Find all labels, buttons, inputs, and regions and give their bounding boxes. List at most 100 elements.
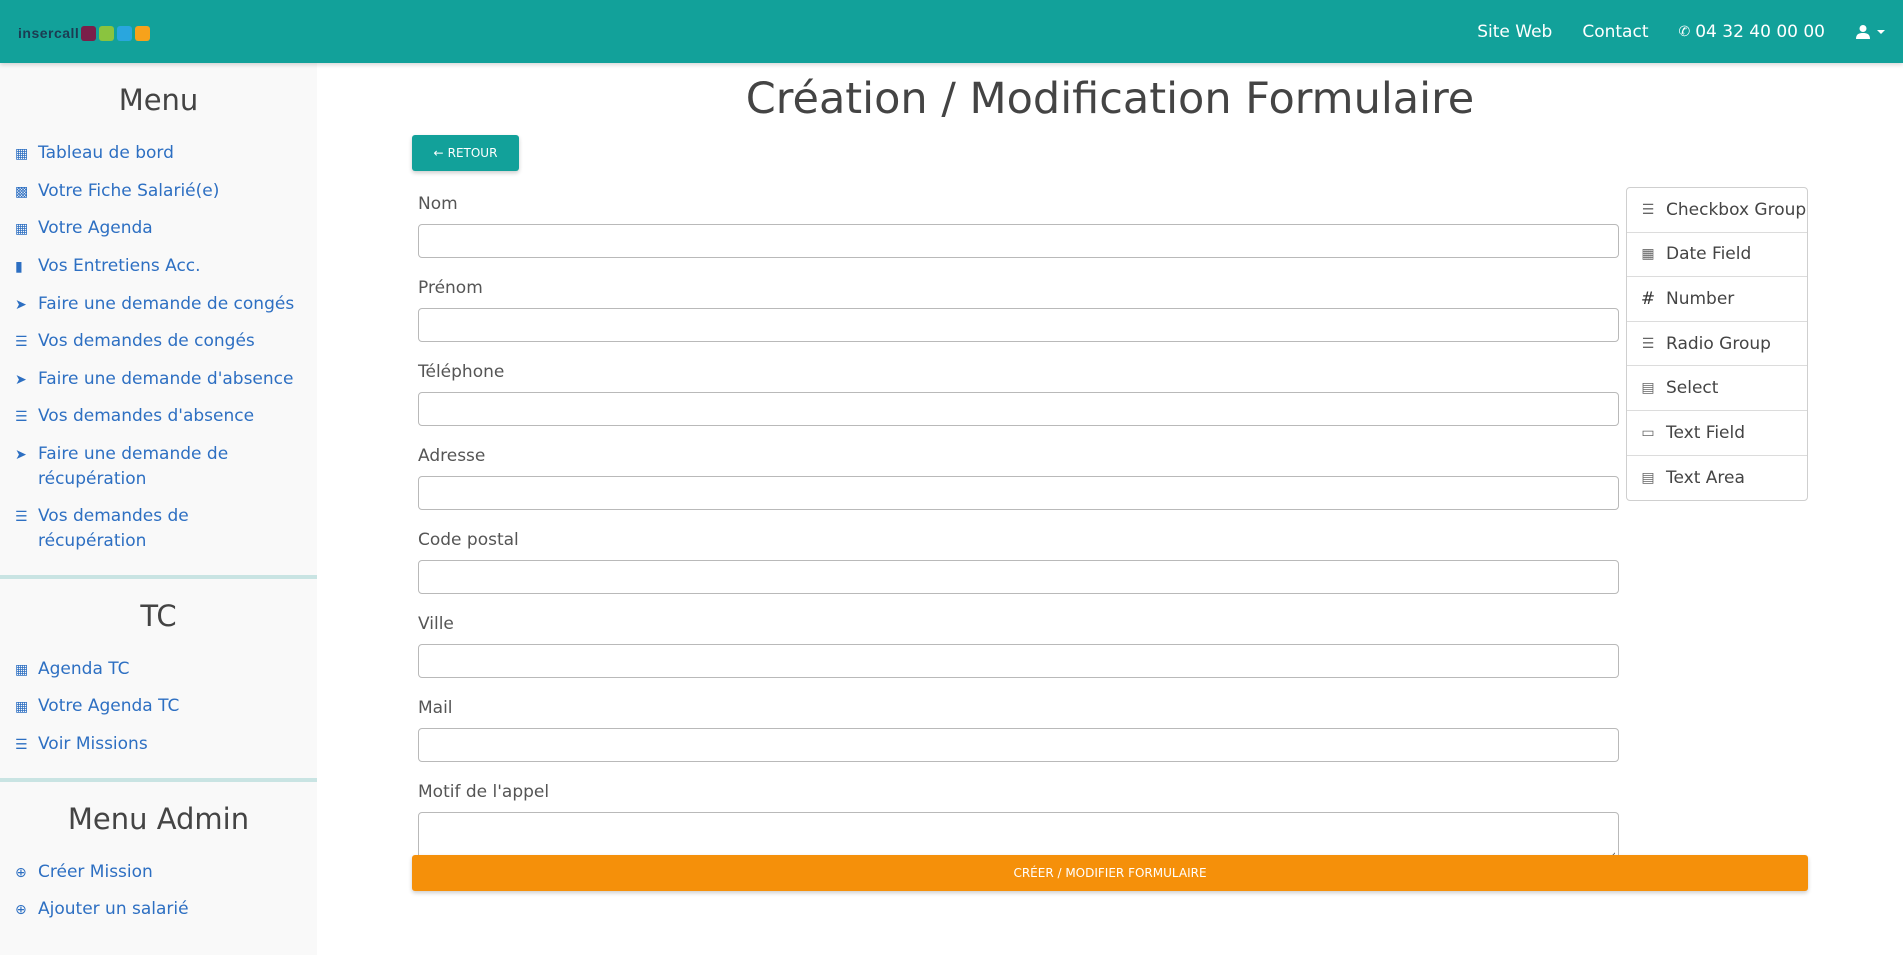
- sidebar-item-voir-missions[interactable]: ☰ Voir Missions: [0, 726, 317, 764]
- logo-badges: [81, 25, 151, 41]
- field-label-mail: Mail: [418, 698, 453, 718]
- logo-badge-icon: [99, 25, 115, 41]
- palette-item-label: Text Field: [1666, 422, 1746, 443]
- radio-list-icon: ☰: [1641, 335, 1655, 352]
- back-button-label: RETOUR: [447, 146, 498, 160]
- palette-item-label: Number: [1666, 288, 1735, 309]
- calendar-icon: ▦: [1641, 246, 1655, 263]
- palette-item-label: Text Area: [1666, 467, 1745, 488]
- sidebar-item-label: Tableau de bord: [38, 143, 174, 163]
- palette-item-label: Date Field: [1666, 244, 1752, 265]
- phone-icon: ✆: [1678, 23, 1691, 40]
- sidebar-item-label: Vos demandes de congés: [38, 331, 255, 352]
- code-postal-input[interactable]: [418, 560, 1619, 594]
- list-icon: ☰: [15, 736, 28, 753]
- top-nav-links: Site Web Contact ✆ 04 32 40 00 00: [1477, 0, 1903, 63]
- field-palette: ☰ Checkbox Group ▦ Date Field # Number ☰ Rad…: [1626, 187, 1808, 502]
- field-label-prenom: Prénom: [418, 278, 483, 298]
- nav-phone[interactable]: ✆ 04 32 40 00 00: [1678, 22, 1825, 42]
- palette-item-date-field[interactable]: ▦ Date Field: [1627, 233, 1807, 278]
- prenom-input[interactable]: [418, 308, 1619, 342]
- sidebar-item-agenda[interactable]: ▦ Votre Agenda: [0, 210, 317, 248]
- sidebar-admin-section: Menu Admin ⊕ Créer Mission ⊕ Ajouter un sa…: [0, 782, 317, 943]
- nav-site-web[interactable]: Site Web: [1477, 22, 1552, 42]
- palette-item-label: Checkbox Group: [1666, 199, 1807, 220]
- field-label-ville: Ville: [418, 614, 454, 634]
- calendar-icon: ▦: [15, 661, 29, 678]
- plus-circle-icon: ⊕: [15, 902, 27, 919]
- hash-icon: #: [1640, 288, 1656, 309]
- user-menu-toggle[interactable]: [1855, 24, 1885, 40]
- text-area-icon: ▤: [1641, 469, 1655, 486]
- sidebar-item-vos-conges[interactable]: ☰ Vos demandes de congés: [0, 323, 317, 361]
- telephone-input[interactable]: [418, 392, 1619, 426]
- sidebar-item-vos-absences[interactable]: ☰ Vos demandes d'absence: [0, 398, 317, 436]
- sidebar-item-label: Vos demandes d'absence: [38, 406, 255, 427]
- field-label-code-postal: Code postal: [418, 530, 519, 550]
- sidebar-item-demande-recuperation[interactable]: ➤ Faire une demande de récupération: [0, 436, 317, 498]
- palette-item-radio-group[interactable]: ☰ Radio Group: [1627, 322, 1807, 367]
- adresse-input[interactable]: [418, 476, 1619, 510]
- list-icon: ☰: [15, 509, 28, 526]
- sidebar-item-tableau-de-bord[interactable]: ▦ Tableau de bord: [0, 135, 317, 173]
- sidebar-item-entretiens[interactable]: ▮ Vos Entretiens Acc.: [0, 248, 317, 286]
- sidebar-item-demande-conges[interactable]: ➤ Faire une demande de congés: [0, 286, 317, 324]
- sidebar-item-label: Agenda TC: [38, 658, 130, 679]
- palette-item-number[interactable]: # Number: [1627, 277, 1807, 322]
- logo-badge-icon: [117, 25, 133, 41]
- sidebar-item-label: Faire une demande de récupération: [38, 444, 229, 489]
- palette-item-checkbox-group[interactable]: ☰ Checkbox Group: [1627, 188, 1807, 233]
- nom-input[interactable]: [418, 224, 1619, 258]
- paper-plane-icon: ➤: [15, 371, 27, 388]
- sidebar-menu-section: Menu ▦ Tableau de bord ▩ Votre Fiche Salar…: [0, 63, 317, 579]
- page-title: Création / Modification Formulaire: [745, 74, 1475, 124]
- sidebar-item-label: Voir Missions: [38, 733, 148, 754]
- sidebar-item-label: Votre Agenda TC: [38, 696, 180, 717]
- logo-badge-icon: [81, 25, 97, 41]
- caret-down-icon: [1877, 29, 1885, 34]
- select-icon: ▤: [1641, 380, 1655, 397]
- sidebar-item-label: Créer Mission: [38, 861, 153, 882]
- brand-logo[interactable]: insercall: [18, 19, 151, 47]
- palette-item-label: Select: [1666, 378, 1719, 399]
- submit-button[interactable]: CRÉER / MODIFIER FORMULAIRE: [412, 855, 1808, 891]
- field-label-motif: Motif de l'appel: [418, 782, 550, 802]
- top-navbar: insercall Site Web Contact ✆ 04 32 40 00…: [0, 0, 1903, 63]
- id-card-icon: ▩: [15, 183, 29, 200]
- calendar-icon: ▦: [15, 221, 29, 238]
- paper-plane-icon: ➤: [15, 447, 27, 464]
- field-label-telephone: Téléphone: [418, 362, 505, 382]
- nav-contact[interactable]: Contact: [1582, 22, 1648, 42]
- sidebar-item-creer-mission[interactable]: ⊕ Créer Mission: [0, 854, 317, 892]
- logo-badge-icon: [135, 25, 151, 41]
- sidebar-item-label: Faire une demande d'absence: [38, 368, 294, 389]
- palette-item-select[interactable]: ▤ Select: [1627, 366, 1807, 411]
- calendar-icon: ▦: [15, 699, 29, 716]
- sidebar-item-votre-agenda-tc[interactable]: ▦ Votre Agenda TC: [0, 688, 317, 726]
- palette-item-text-area[interactable]: ▤ Text Area: [1627, 456, 1807, 501]
- table-icon: ▦: [15, 146, 29, 162]
- sidebar-item-vos-recuperations[interactable]: ☰ Vos demandes de récupération: [0, 498, 317, 560]
- sidebar-item-label: Ajouter un salarié: [38, 899, 189, 920]
- field-label-nom: Nom: [418, 194, 458, 214]
- sidebar-item-label: Vos demandes de récupération: [38, 506, 189, 552]
- plus-circle-icon: ⊕: [15, 864, 27, 881]
- ville-input[interactable]: [418, 644, 1619, 678]
- sidebar-item-demande-absence[interactable]: ➤ Faire une demande d'absence: [0, 361, 317, 399]
- back-button[interactable]: ← RETOUR: [412, 135, 519, 171]
- sidebar-item-ajouter-salarie[interactable]: ⊕ Ajouter un salarié: [0, 891, 317, 929]
- text-field-icon: ▭: [1641, 424, 1655, 441]
- user-icon: [1856, 24, 1870, 39]
- palette-item-label: Radio Group: [1666, 333, 1771, 354]
- palette-item-text-field[interactable]: ▭ Text Field: [1627, 411, 1807, 456]
- sidebar-item-agenda-tc[interactable]: ▦ Agenda TC: [0, 651, 317, 689]
- sidebar-item-label: Votre Fiche Salarié(e): [38, 180, 220, 201]
- mail-input[interactable]: [418, 728, 1619, 762]
- sidebar-admin-title: Menu Admin: [67, 801, 250, 836]
- arrow-left-icon: ←: [433, 146, 444, 160]
- list-icon: ☰: [15, 409, 28, 426]
- sidebar-item-fiche-salarie[interactable]: ▩ Votre Fiche Salarié(e): [0, 173, 317, 211]
- list-icon: ☰: [15, 334, 28, 351]
- clipboard-icon: ▮: [15, 258, 23, 275]
- sidebar: Menu ▦ Tableau de bord ▩ Votre Fiche Salar…: [0, 63, 317, 955]
